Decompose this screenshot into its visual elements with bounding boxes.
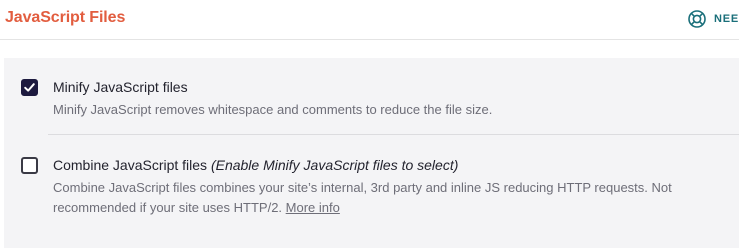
need-help-label: NEE	[714, 13, 739, 25]
combine-js-description: Combine JavaScript files combines your s…	[53, 178, 713, 218]
combine-js-description-line2: recommended if your site uses HTTP/2. Mo…	[53, 198, 713, 218]
combine-js-checkbox[interactable]	[21, 157, 38, 174]
section-header: JavaScript Files NEE	[0, 0, 739, 40]
combine-js-description-text: recommended if your site uses HTTP/2.	[53, 200, 283, 215]
minify-js-label[interactable]: Minify JavaScript files	[53, 79, 188, 95]
minify-js-description: Minify JavaScript removes whitespace and…	[53, 102, 493, 117]
need-help-button[interactable]: NEE	[687, 9, 739, 29]
option-divider	[48, 134, 739, 135]
combine-js-note: (Enable Minify JavaScript files to selec…	[210, 157, 459, 173]
combine-js-description-line1: Combine JavaScript files combines your s…	[53, 180, 672, 195]
combine-js-label[interactable]: Combine JavaScript files (Enable Minify …	[53, 157, 458, 173]
more-info-link[interactable]: More info	[286, 200, 340, 215]
page-title: JavaScript Files	[5, 9, 126, 26]
combine-js-title: Combine JavaScript files	[53, 157, 208, 173]
checkmark-icon	[24, 83, 35, 92]
minify-js-checkbox[interactable]	[21, 79, 38, 96]
lifebuoy-icon	[687, 9, 707, 29]
